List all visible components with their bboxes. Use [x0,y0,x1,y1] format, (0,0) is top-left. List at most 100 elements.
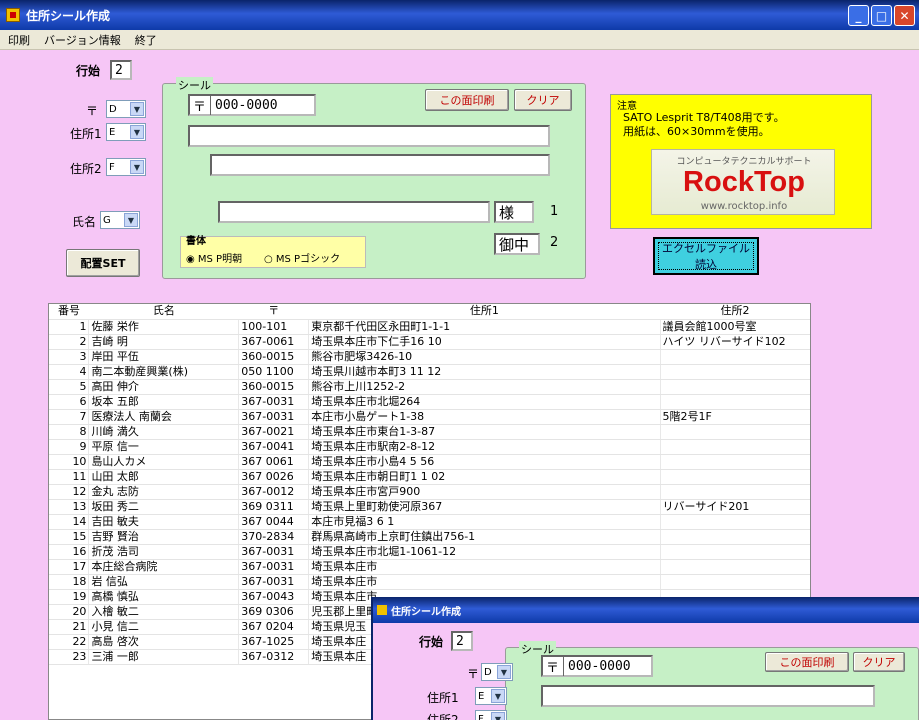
cell-name[interactable]: 山田 太郎 [88,469,240,485]
cell-number[interactable]: 23 [49,649,90,665]
cell-addr2[interactable] [660,379,810,395]
cell-zip[interactable]: 367-0012 [238,484,310,500]
minimize-button[interactable]: _ [848,5,869,26]
cell-number[interactable]: 5 [49,379,90,395]
cell-addr1[interactable]: 熊谷市上川1252-2 [308,379,661,395]
cell-addr2[interactable]: ハイツ リバーサイド102 [660,334,810,350]
cell-zip[interactable]: 367-0312 [238,649,310,665]
cell-zip[interactable]: 367-0031 [238,409,310,425]
overlay-postal-field[interactable]: 〒 000-0000 [541,655,653,677]
cell-number[interactable]: 22 [49,634,90,650]
table-row[interactable]: 10 島山人カメ 367 0061 埼玉県本庄市小島4 5 56 [49,454,810,470]
cell-number[interactable]: 2 [49,334,90,350]
cell-number[interactable]: 9 [49,439,90,455]
menu-print[interactable]: 印刷 [8,32,30,48]
cell-addr2[interactable]: 5階2号1F [660,409,810,425]
table-row[interactable]: 11 山田 太郎 367 0026 埼玉県本庄市朝日町1 1 02 [49,469,810,485]
col-header-addr1[interactable]: 住所1 [308,304,661,320]
table-row[interactable]: 9 平原 信一 367-0041 埼玉県本庄市駅南2-8-12 [49,439,810,455]
cell-name[interactable]: 小見 信二 [88,619,240,635]
chevron-down-icon[interactable]: ▼ [130,160,144,174]
cell-number[interactable]: 18 [49,574,90,590]
cell-addr1[interactable]: 東京都千代田区永田町1-1-1 [308,319,661,335]
table-row[interactable]: 16 折茂 浩司 367-0031 埼玉県本庄市北堀1-1061-12 [49,544,810,560]
seal-postal-field[interactable]: 〒 000-0000 [188,94,316,116]
table-row[interactable]: 4 南二本動産興業(株) 050 1100 埼玉県川越市本町3 11 12 [49,364,810,380]
close-button[interactable]: ✕ [894,5,915,26]
cell-addr1[interactable]: 熊谷市肥塚3426-10 [308,349,661,365]
overlay-addr2-combo[interactable]: F ▼ [475,710,507,720]
table-row[interactable]: 6 坂本 五郎 367-0031 埼玉県本庄市北堀264 [49,394,810,410]
cell-number[interactable]: 14 [49,514,90,530]
cell-zip[interactable]: 367 0204 [238,619,310,635]
overlay-addr1-combo[interactable]: E ▼ [475,687,507,705]
cell-zip[interactable]: 367-0043 [238,589,310,605]
maximize-button[interactable]: □ [871,5,892,26]
chevron-down-icon[interactable]: ▼ [130,125,144,139]
cell-zip[interactable]: 367 0026 [238,469,310,485]
cell-addr2[interactable] [660,529,810,545]
cell-name[interactable]: 本庄総合病院 [88,559,240,575]
cell-name[interactable]: 折茂 浩司 [88,544,240,560]
cell-number[interactable]: 17 [49,559,90,575]
cell-zip[interactable]: 367-0031 [238,574,310,590]
cell-number[interactable]: 16 [49,544,90,560]
col-header-addr2[interactable]: 住所2 [660,304,810,320]
chevron-down-icon[interactable]: ▼ [491,712,505,720]
placement-set-button[interactable]: 配置SET [66,249,140,277]
cell-name[interactable]: 金丸 志防 [88,484,240,500]
cell-zip[interactable]: 367-0061 [238,334,310,350]
cell-addr1[interactable]: 埼玉県本庄市北堀264 [308,394,661,410]
chevron-down-icon[interactable]: ▼ [130,102,144,116]
cell-addr1[interactable]: 埼玉県本庄市小島4 5 56 [308,454,661,470]
cell-addr1[interactable]: 本庄市見福3 6 1 [308,514,661,530]
clear-button[interactable]: クリア [514,89,572,111]
addr1-combo[interactable]: E ▼ [106,123,146,141]
cell-name[interactable]: 吉崎 明 [88,334,240,350]
cell-number[interactable]: 19 [49,589,90,605]
cell-zip[interactable]: 367-0031 [238,559,310,575]
cell-addr1[interactable]: 埼玉県本庄市東台1-3-87 [308,424,661,440]
cell-name[interactable]: 三浦 一郎 [88,649,240,665]
cell-addr2[interactable]: リバーサイド201 [660,499,810,515]
cell-zip[interactable]: 367 0044 [238,514,310,530]
cell-number[interactable]: 20 [49,604,90,620]
font-radio-gothic[interactable]: ○ MS Pゴシック [264,250,340,265]
addr2-combo[interactable]: F ▼ [106,158,146,176]
cell-name[interactable]: 佐藤 栄作 [88,319,240,335]
chevron-down-icon[interactable]: ▼ [491,689,505,703]
cell-name[interactable]: 入檜 敏二 [88,604,240,620]
seal-name-field[interactable] [218,201,490,223]
overlay-print-button[interactable]: この面印刷 [765,652,849,672]
excel-load-button[interactable]: エクセルファイル 読込 [653,237,759,275]
cell-zip[interactable]: 367-1025 [238,634,310,650]
cell-name[interactable]: 坂田 秀二 [88,499,240,515]
cell-number[interactable]: 6 [49,394,90,410]
seal-addr1-field[interactable] [188,125,550,147]
cell-addr1[interactable]: 埼玉県本庄市駅南2-8-12 [308,439,661,455]
cell-addr1[interactable]: 本庄市小島ゲート1-38 [308,409,661,425]
cell-name[interactable]: 医療法人 南蘭会 [88,409,240,425]
overlay-addr1-field[interactable] [541,685,875,707]
cell-zip[interactable]: 369 0306 [238,604,310,620]
cell-zip[interactable]: 100-101 [238,319,310,335]
cell-addr2[interactable] [660,574,810,590]
cell-number[interactable]: 11 [49,469,90,485]
start-row-input[interactable]: 2 [110,60,132,80]
seal-addr2-field[interactable] [210,154,550,176]
table-row[interactable]: 7 医療法人 南蘭会 367-0031 本庄市小島ゲート1-38 5階2号1F [49,409,810,425]
cell-number[interactable]: 7 [49,409,90,425]
cell-name[interactable]: 吉田 敏夫 [88,514,240,530]
cell-name[interactable]: 坂本 五郎 [88,394,240,410]
cell-name[interactable]: 島山人カメ [88,454,240,470]
cell-addr2[interactable] [660,364,810,380]
cell-addr2[interactable] [660,349,810,365]
cell-addr1[interactable]: 埼玉県本庄市下仁手16 10 [308,334,661,350]
table-row[interactable]: 8 川崎 満久 367-0021 埼玉県本庄市東台1-3-87 [49,424,810,440]
cell-addr2[interactable] [660,454,810,470]
cell-number[interactable]: 12 [49,484,90,500]
cell-addr2[interactable] [660,559,810,575]
font-radio-mincho[interactable]: ◉ MS P明朝 [186,250,242,265]
cell-number[interactable]: 13 [49,499,90,515]
cell-zip[interactable]: 370-2834 [238,529,310,545]
